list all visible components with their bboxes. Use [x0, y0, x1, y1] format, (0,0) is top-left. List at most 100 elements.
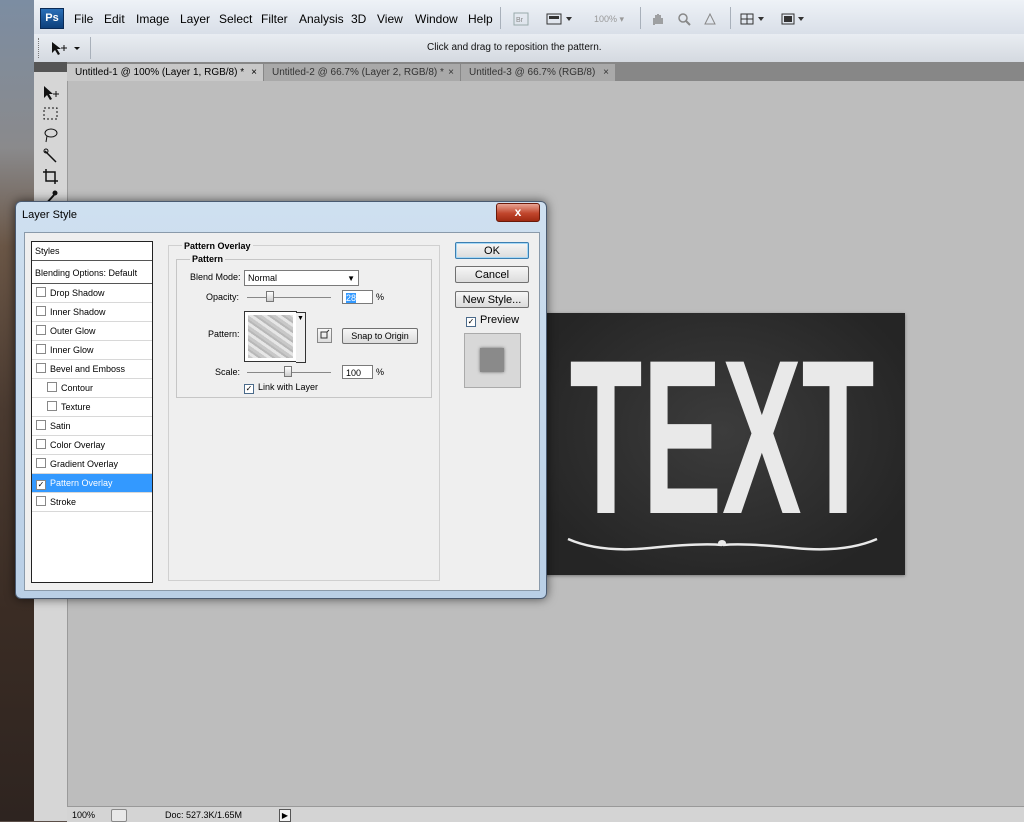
marquee-tool-icon[interactable] [40, 105, 62, 123]
snap-to-origin-button[interactable]: Snap to Origin [342, 328, 418, 344]
checkbox[interactable] [36, 458, 46, 468]
opacity-value: 28 [346, 293, 357, 303]
link-with-layer-checkbox[interactable]: ✓ Link with Layer [244, 381, 318, 394]
tab-untitled-2[interactable]: Untitled-2 @ 66.7% (Layer 2, RGB/8) * × [264, 64, 460, 81]
style-item-color-overlay[interactable]: Color Overlay [32, 436, 152, 455]
status-zoom[interactable]: 100% [72, 810, 95, 820]
photoshop-logo: Ps [40, 8, 64, 29]
pattern-picker-dropdown-icon[interactable]: ▼ [296, 312, 306, 363]
pattern-picker[interactable]: ▼ [244, 311, 306, 363]
checkbox[interactable] [36, 496, 46, 506]
crop-tool-icon[interactable] [40, 168, 62, 186]
tab-close-icon[interactable]: × [251, 64, 257, 81]
tab-untitled-3[interactable]: Untitled-3 @ 66.7% (RGB/8) × [461, 64, 615, 81]
options-grip[interactable] [38, 38, 42, 58]
tab-untitled-1[interactable]: Untitled-1 @ 100% (Layer 1, RGB/8) * × [67, 64, 263, 81]
tool-preset-picker[interactable] [48, 39, 88, 57]
canvas-artwork: TEXT [567, 314, 878, 560]
section-title: Pattern Overlay [182, 241, 253, 251]
tab-label: Untitled-2 @ 66.7% (Layer 2, RGB/8) * [272, 67, 444, 78]
opacity-slider[interactable] [247, 297, 331, 298]
lasso-tool-icon[interactable] [40, 126, 62, 144]
opacity-slider-thumb[interactable] [266, 291, 274, 302]
menu-view[interactable]: View [377, 12, 403, 26]
menu-3d[interactable]: 3D [351, 12, 366, 26]
style-item-satin[interactable]: Satin [32, 417, 152, 436]
style-label: Pattern Overlay [50, 478, 113, 488]
zoom-level-dropdown[interactable]: 100% ▾ [586, 10, 632, 28]
preview-label: Preview [480, 314, 520, 326]
menu-help[interactable]: Help [468, 12, 493, 26]
blend-mode-select[interactable]: Normal ▼ [244, 270, 359, 286]
checkbox-checked[interactable]: ✓ [466, 317, 476, 327]
checkbox[interactable] [36, 344, 46, 354]
menu-edit[interactable]: Edit [104, 12, 125, 26]
scale-slider-thumb[interactable] [284, 366, 292, 377]
checkbox[interactable] [47, 401, 57, 411]
opacity-input[interactable]: 28 [342, 290, 373, 304]
bridge-icon[interactable]: Br [512, 10, 530, 28]
style-item-texture[interactable]: Texture [32, 398, 152, 417]
style-item-outer-glow[interactable]: Outer Glow [32, 322, 152, 341]
ok-button[interactable]: OK [455, 242, 529, 259]
checkbox[interactable] [36, 306, 46, 316]
checkbox[interactable] [36, 420, 46, 430]
tools-panel-header[interactable] [34, 62, 67, 72]
style-item-bevel-emboss[interactable]: Bevel and Emboss [32, 360, 152, 379]
tab-close-icon[interactable]: × [603, 64, 609, 81]
preview-checkbox[interactable]: ✓ Preview [466, 314, 519, 327]
menu-filter[interactable]: Filter [261, 12, 288, 26]
style-item-gradient-overlay[interactable]: Gradient Overlay [32, 455, 152, 474]
quick-selection-tool-icon[interactable] [40, 147, 62, 165]
new-style-button[interactable]: New Style... [455, 291, 529, 308]
checkbox-checked[interactable]: ✓ [244, 384, 254, 394]
dialog-close-button[interactable]: x [496, 203, 540, 222]
checkbox[interactable] [47, 382, 57, 392]
menu-window[interactable]: Window [415, 12, 458, 26]
style-preview-swatch [464, 333, 521, 388]
checkbox[interactable] [36, 363, 46, 373]
checkbox[interactable] [36, 439, 46, 449]
style-label: Satin [50, 421, 71, 431]
dialog-body: Styles Blending Options: Default Drop Sh… [24, 232, 540, 591]
style-item-stroke[interactable]: Stroke [32, 493, 152, 512]
blending-options-item[interactable]: Blending Options: Default [32, 262, 152, 284]
menu-file[interactable]: File [74, 12, 93, 26]
options-hint-text: Click and drag to reposition the pattern… [427, 42, 602, 53]
style-item-inner-shadow[interactable]: Inner Shadow [32, 303, 152, 322]
style-item-inner-glow[interactable]: Inner Glow [32, 341, 152, 360]
status-icon[interactable] [111, 809, 127, 822]
menu-select[interactable]: Select [219, 12, 252, 26]
hand-tool-icon[interactable] [648, 10, 668, 28]
style-item-pattern-overlay[interactable]: ✓ Pattern Overlay [32, 474, 152, 493]
style-item-contour[interactable]: Contour [32, 379, 152, 398]
opacity-label: Opacity: [206, 292, 240, 302]
checkbox-checked[interactable]: ✓ [36, 480, 46, 490]
menu-image[interactable]: Image [136, 12, 169, 26]
tab-close-icon[interactable]: × [448, 64, 454, 81]
style-label: Contour [61, 383, 94, 393]
checkbox[interactable] [36, 287, 46, 297]
styles-list-header[interactable]: Styles [32, 242, 152, 261]
tab-label: Untitled-3 @ 66.7% (RGB/8) [469, 67, 596, 78]
pattern-swatch [248, 315, 293, 358]
menu-analysis[interactable]: Analysis [299, 12, 344, 26]
style-label: Inner Glow [50, 345, 94, 355]
scale-input[interactable]: 100 [342, 365, 373, 379]
rotate-view-icon[interactable] [700, 10, 720, 28]
checkbox[interactable] [36, 325, 46, 335]
menu-layer[interactable]: Layer [180, 12, 210, 26]
status-menu-arrow-icon[interactable]: ▶ [279, 809, 291, 822]
style-item-drop-shadow[interactable]: Drop Shadow [32, 284, 152, 303]
tab-label: Untitled-1 @ 100% (Layer 1, RGB/8) * [75, 67, 245, 78]
dialog-title: Layer Style [22, 209, 78, 221]
document-canvas[interactable]: TEXT [540, 313, 905, 575]
style-label: Texture [61, 402, 91, 412]
screen-mode-dropdown[interactable] [778, 10, 810, 28]
cancel-button[interactable]: Cancel [455, 266, 529, 283]
move-tool-icon[interactable] [40, 84, 62, 102]
new-preset-icon[interactable] [317, 328, 332, 343]
arrange-documents-dropdown[interactable] [738, 10, 770, 28]
zoom-tool-icon[interactable] [674, 10, 694, 28]
view-extras-dropdown[interactable] [544, 10, 576, 28]
